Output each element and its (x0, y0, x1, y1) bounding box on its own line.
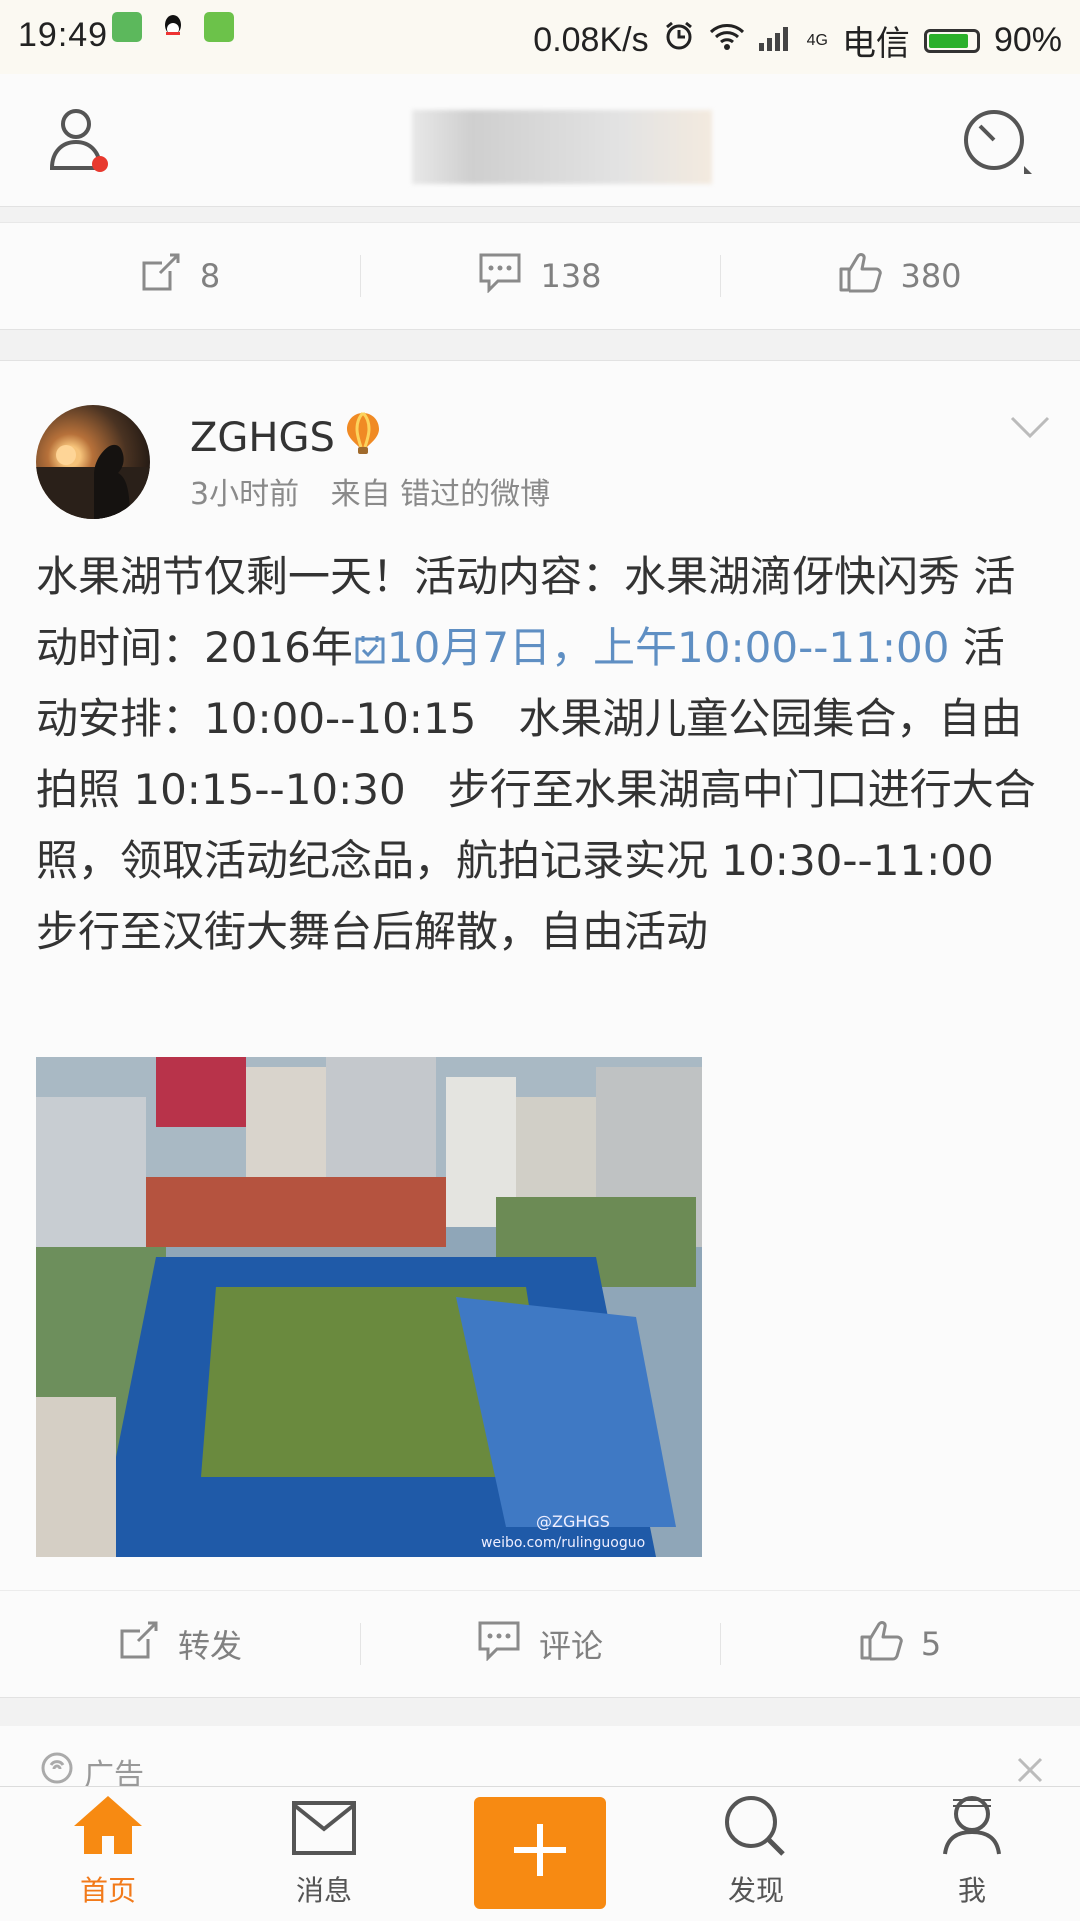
image-watermark-url: weibo.com/rulinguoguo (481, 1535, 645, 1551)
tab-home-label: 首页 (79, 1874, 136, 1907)
tab-compose[interactable] (432, 1787, 648, 1921)
hot-air-balloon-icon (345, 411, 381, 465)
notification-icons (112, 12, 234, 42)
post-source: 来自 错过的微博 (330, 477, 551, 512)
mail-icon (291, 1800, 357, 1863)
tab-home[interactable]: 首页 (0, 1787, 216, 1921)
repost-icon (140, 251, 182, 301)
previous-post-actions: 8 138 380 (0, 222, 1080, 330)
plus-icon (510, 1820, 570, 1887)
battery-notification-icon (204, 12, 234, 42)
user-profile-icon[interactable] (48, 106, 112, 176)
compose-button[interactable] (474, 1797, 606, 1909)
tab-profile[interactable]: 我 (864, 1787, 1080, 1921)
wifi-icon (709, 21, 745, 60)
repost-label: 转发 (177, 1627, 242, 1665)
bottom-tab-bar: 首页 消息 发现 我 (0, 1786, 1080, 1921)
post-time: 3小时前 (190, 477, 300, 512)
alarm-icon (663, 20, 695, 61)
top-navbar (0, 74, 1080, 207)
post-text-schedule: 活动安排：10:00--10:15 水果湖儿童公园集合，自由拍照 10:15--… (36, 623, 1036, 956)
battery-icon (923, 28, 980, 53)
shield-notification-icon (112, 12, 142, 42)
qq-notification-icon (158, 12, 188, 42)
calendar-link-text: 10月7日，上午10:00--11:00 (386, 623, 950, 672)
repost-icon (118, 1619, 160, 1669)
calendar-icon (355, 636, 385, 664)
blurred-title (412, 110, 712, 184)
status-time: 19:49 (18, 16, 109, 54)
profile-icon (939, 1794, 1005, 1863)
battery-percent: 90% (993, 21, 1062, 59)
post-image[interactable]: @ZGHGS weibo.com/rulinguoguo (36, 1057, 702, 1557)
carrier-name: 电信 (841, 25, 910, 63)
like-count: 380 (900, 257, 962, 295)
thumbs-up-icon (859, 1619, 903, 1669)
post-actions: 转发 评论 5 (0, 1590, 1080, 1698)
post-card: ZGHGS 3小时前 来自 错过的微博 水果湖节仅剩一天！活动内容：水果湖滴伢快… (0, 360, 1080, 1591)
tab-discover[interactable]: 发现 (648, 1787, 864, 1921)
like-count: 5 (920, 1625, 942, 1663)
post-meta: 3小时前 来自 错过的微博 (190, 469, 550, 513)
comment-button[interactable]: 评论 (360, 1591, 720, 1697)
tab-profile-label: 我 (957, 1874, 986, 1907)
network-speed: 0.08K/s (533, 21, 649, 59)
search-icon (723, 1794, 789, 1863)
post-text: 水果湖节仅剩一天！活动内容：水果湖滴伢快闪秀 活动时间：2016年 10月7日，上… (36, 541, 1046, 967)
signal-type: 4G (806, 31, 828, 49)
calendar-link[interactable]: 10月7日，上午10:00--11:00 (353, 623, 950, 672)
repost-button[interactable]: 转发 (0, 1591, 360, 1697)
comment-label: 评论 (538, 1627, 603, 1665)
username-text: ZGHGS (190, 415, 335, 461)
status-bar: 19:49 0.08K/s 4G 电信 90% (0, 0, 1080, 74)
comment-icon (478, 251, 522, 301)
post-username[interactable]: ZGHGS (190, 411, 381, 465)
thumbs-up-icon (838, 251, 883, 301)
like-button[interactable]: 380 (720, 223, 1080, 329)
image-watermark: @ZGHGS (536, 1512, 610, 1531)
signal-icon (758, 21, 793, 60)
tab-discover-label: 发现 (727, 1874, 784, 1907)
ad-card: 广告 (0, 1726, 1080, 1793)
comment-button[interactable]: 138 (360, 223, 720, 329)
repost-button[interactable]: 8 (0, 223, 360, 329)
like-button[interactable]: 5 (720, 1591, 1080, 1697)
radar-icon[interactable] (962, 106, 1034, 178)
repost-count: 8 (199, 257, 221, 295)
avatar[interactable] (36, 405, 150, 519)
comment-count: 138 (540, 257, 602, 295)
tab-messages-label: 消息 (295, 1874, 352, 1907)
home-icon (72, 1794, 144, 1863)
comment-icon (477, 1619, 521, 1669)
status-right: 0.08K/s 4G 电信 90% (533, 16, 1062, 65)
tab-messages[interactable]: 消息 (216, 1787, 432, 1921)
chevron-down-icon[interactable] (1010, 415, 1050, 443)
